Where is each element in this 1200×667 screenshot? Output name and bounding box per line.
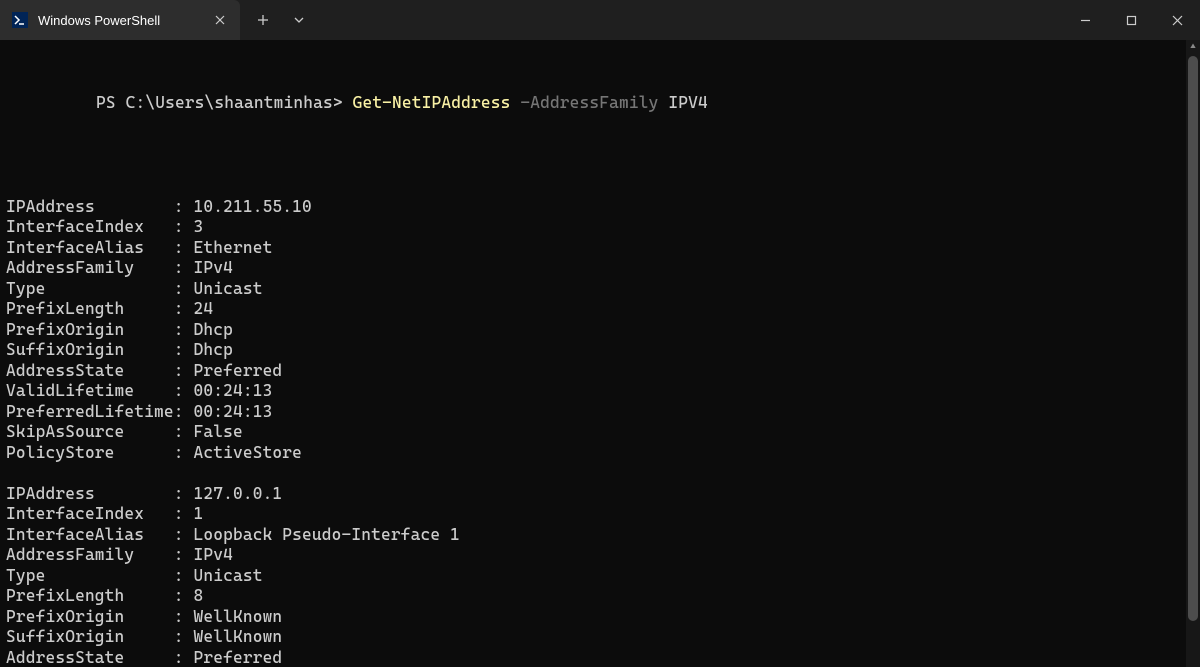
output-line: PrefixOrigin : WellKnown: [6, 607, 1194, 628]
tab-powershell[interactable]: Windows PowerShell: [0, 0, 240, 40]
terminal-content: PS C:\Users\shaantminhas> Get-NetIPAddre…: [0, 40, 1200, 667]
output-line: InterfaceAlias : Loopback Pseudo-Interfa…: [6, 525, 1194, 546]
output-line: AddressFamily : IPv4: [6, 258, 1194, 279]
output-line: SuffixOrigin : Dhcp: [6, 340, 1194, 361]
window-titlebar: Windows PowerShell: [0, 0, 1200, 40]
tab-dropdown-button[interactable]: [282, 3, 316, 37]
output-line: SuffixOrigin : WellKnown: [6, 627, 1194, 648]
output-line: AddressState : Preferred: [6, 648, 1194, 667]
window-controls: [1062, 0, 1200, 40]
output-line: IPAddress : 10.211.55.10: [6, 197, 1194, 218]
tab-close-button[interactable]: [210, 10, 230, 30]
output-line: InterfaceIndex : 3: [6, 217, 1194, 238]
terminal-area[interactable]: PS C:\Users\shaantminhas> Get-NetIPAddre…: [0, 40, 1200, 667]
cmd-param-value: IPV4: [659, 93, 708, 112]
output-line: Type : Unicast: [6, 279, 1194, 300]
output-line: ValidLifetime : 00:24:13: [6, 381, 1194, 402]
titlebar-left-group: Windows PowerShell: [0, 0, 316, 40]
maximize-icon: [1126, 15, 1137, 26]
close-icon: [215, 15, 225, 25]
scrollbar-arrow-up-icon[interactable]: ▲: [1186, 40, 1200, 54]
maximize-button[interactable]: [1108, 0, 1154, 40]
new-tab-button[interactable]: [246, 3, 280, 37]
output-line: PolicyStore : ActiveStore: [6, 443, 1194, 464]
window-close-button[interactable]: [1154, 0, 1200, 40]
cmd-param-flag: -AddressFamily: [510, 93, 658, 112]
powershell-icon: [12, 12, 28, 28]
chevron-down-icon: [293, 14, 305, 26]
minimize-icon: [1080, 15, 1091, 26]
scrollbar-thumb[interactable]: [1188, 56, 1198, 621]
tab-actions: [240, 0, 316, 40]
output-block: IPAddress : 10.211.55.10InterfaceIndex :…: [6, 197, 1194, 667]
output-line: AddressFamily : IPv4: [6, 545, 1194, 566]
output-line: IPAddress : 127.0.0.1: [6, 484, 1194, 505]
output-line: PrefixOrigin : Dhcp: [6, 320, 1194, 341]
vertical-scrollbar[interactable]: ▲: [1186, 40, 1200, 667]
close-icon: [1172, 15, 1183, 26]
output-line: InterfaceIndex : 1: [6, 504, 1194, 525]
plus-icon: [257, 14, 269, 26]
output-line: PrefixLength : 8: [6, 586, 1194, 607]
minimize-button[interactable]: [1062, 0, 1108, 40]
output-line: AddressState : Preferred: [6, 361, 1194, 382]
output-gap: [6, 463, 1194, 484]
cmd-main: Get-NetIPAddress: [353, 93, 511, 112]
output-line: PrefixLength : 24: [6, 299, 1194, 320]
output-line: InterfaceAlias : Ethernet: [6, 238, 1194, 259]
prompt-prefix: PS C:\Users\shaantminhas>: [96, 93, 353, 112]
output-line: Type : Unicast: [6, 566, 1194, 587]
tab-title: Windows PowerShell: [38, 13, 200, 28]
output-line: SkipAsSource : False: [6, 422, 1194, 443]
prompt-line: PS C:\Users\shaantminhas> Get-NetIPAddre…: [6, 93, 1194, 114]
output-line: PreferredLifetime: 00:24:13: [6, 402, 1194, 423]
